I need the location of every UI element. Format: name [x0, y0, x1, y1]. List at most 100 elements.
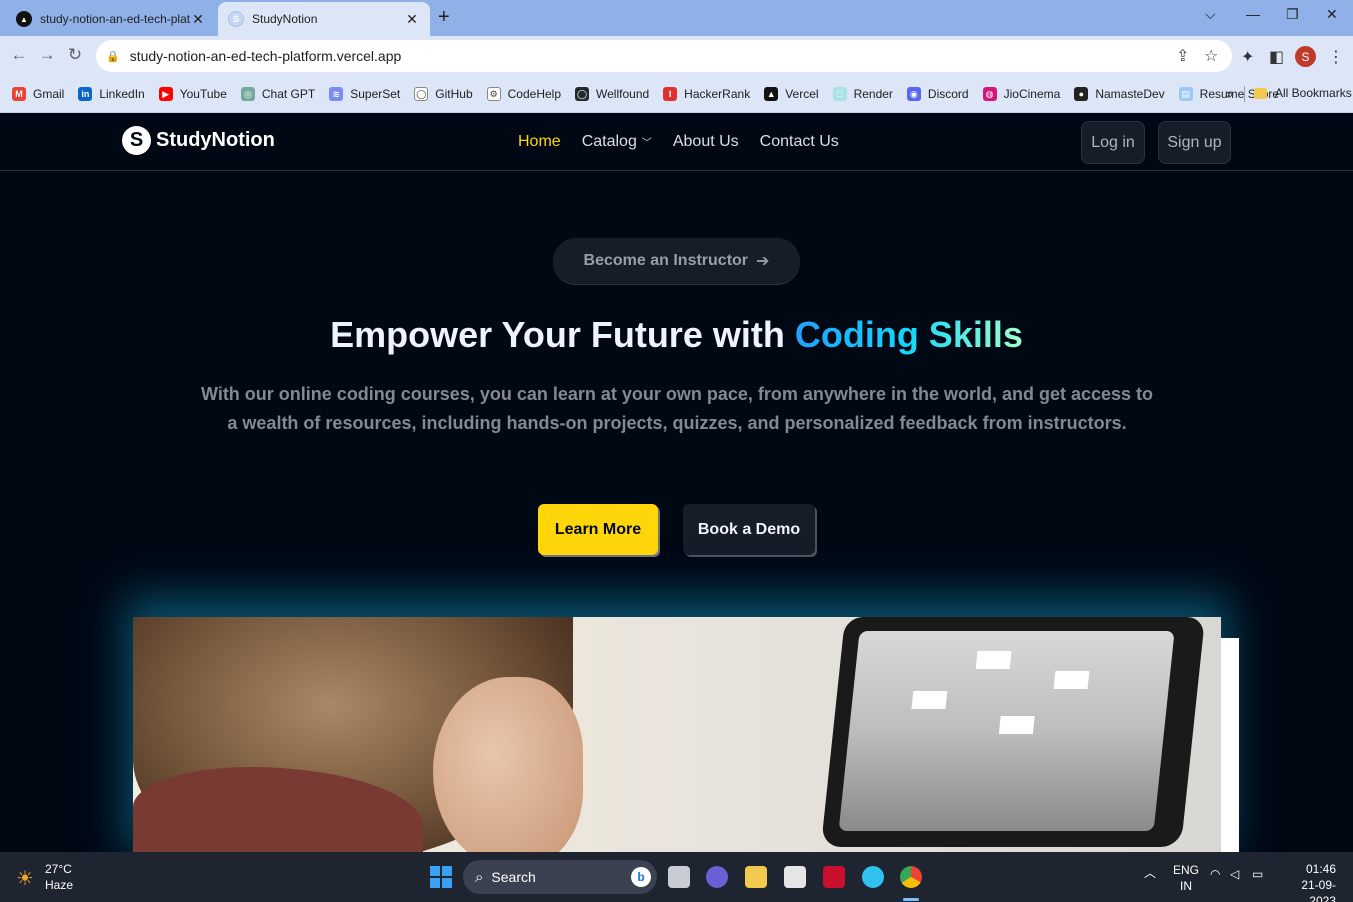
main-menu: Home Catalog ﹀ About Us Contact Us [518, 133, 860, 151]
bookmarks-bar: M Gmail in LinkedIn ▶ YouTube ◎ Chat GPT ≋ SuperS… [0, 76, 1353, 113]
bookmark-label: Discord [927, 87, 969, 101]
bookmark-label: Render [853, 87, 893, 101]
bookmark-favicon-icon: ◯ [414, 87, 429, 101]
tab-vercel[interactable]: ▲ study-notion-an-ed-tech-platform.verce… [6, 2, 216, 36]
lang-line2: IN [1180, 879, 1192, 893]
bookmark-favicon-icon: I [663, 87, 678, 101]
hero-video[interactable] [133, 617, 1221, 852]
bookmark-item[interactable]: ▶ YouTube [158, 87, 227, 101]
nav-about[interactable]: About Us [673, 133, 739, 151]
become-instructor-button[interactable]: Become an Instructor ➔ [553, 238, 800, 284]
bookmark-label: NamasteDev [1095, 87, 1165, 101]
bookmark-item[interactable]: ≋ SuperSet [329, 87, 400, 101]
tab-title: study-notion-an-ed-tech-platform.vercel.… [40, 12, 190, 26]
start-icon[interactable] [430, 866, 452, 888]
tab-search-icon[interactable]: ⌵ [1205, 6, 1216, 23]
side-panel-icon[interactable]: ◧ [1269, 47, 1284, 67]
bookmark-favicon-icon: ▲ [764, 87, 779, 101]
bookmark-favicon-icon: ▤ [1178, 87, 1193, 101]
window-close-icon[interactable]: ✕ [1326, 6, 1338, 23]
profile-avatar[interactable]: S [1295, 46, 1316, 67]
all-bookmarks-button[interactable]: All Bookmarks [1254, 86, 1352, 100]
ceiling-light [911, 691, 948, 709]
more-bookmarks-icon[interactable]: » [1226, 86, 1233, 101]
tab-studynotion[interactable]: S StudyNotion ✕ [218, 2, 430, 36]
share-icon[interactable]: ⇪ [1176, 46, 1189, 66]
bookmark-item[interactable]: □ Render [832, 87, 893, 101]
bookmark-label: Chat GPT [261, 87, 316, 101]
active-app-indicator [903, 898, 919, 901]
chrome-icon[interactable] [900, 866, 922, 888]
bookmark-item[interactable]: ◯ GitHub [414, 87, 473, 101]
taskbar-search[interactable]: ⌕ Search b [463, 860, 657, 894]
language-indicator[interactable]: ENG IN [1173, 862, 1199, 894]
bookmark-item[interactable]: ◍ JioCinema [982, 87, 1060, 101]
bookmark-label: Vercel [785, 87, 819, 101]
ceiling-light [998, 716, 1035, 734]
volume-icon[interactable]: ◁ [1230, 867, 1239, 881]
mcafee-icon[interactable] [823, 866, 845, 888]
bookmark-item[interactable]: ▲ Vercel [764, 87, 819, 101]
reload-icon[interactable]: ↻ [64, 45, 86, 65]
task-view-icon[interactable] [668, 866, 690, 888]
restore-icon[interactable]: ❐ [1286, 6, 1299, 23]
laptop [820, 617, 1206, 847]
bing-icon[interactable]: b [631, 867, 651, 887]
bookmark-item[interactable]: I HackerRank [663, 87, 750, 101]
bookmark-favicon-icon: M [12, 87, 26, 101]
student-face [433, 677, 583, 852]
cortana-icon[interactable] [862, 866, 884, 888]
bookmark-star-icon[interactable]: ☆ [1204, 46, 1218, 66]
back-icon[interactable]: ← [8, 45, 30, 65]
hero-subtitle: With our online coding courses, you can … [200, 384, 1154, 433]
bookmark-item[interactable]: ● NamasteDev [1074, 87, 1165, 101]
ceiling-light [1053, 671, 1090, 689]
bookmark-item[interactable]: ◉ Discord [906, 87, 969, 101]
bookmark-item[interactable]: ◯ Wellfound [575, 87, 649, 101]
learn-more-button[interactable]: Learn More [538, 504, 658, 555]
url-text: study-notion-an-ed-tech-platform.vercel.… [129, 48, 402, 64]
close-icon[interactable]: ✕ [190, 11, 206, 28]
site-logo[interactable]: S StudyNotion [122, 126, 275, 155]
file-explorer-icon[interactable] [745, 866, 767, 888]
address-bar[interactable]: 🔒 study-notion-an-ed-tech-platform.verce… [96, 40, 1232, 72]
weather-widget[interactable]: 27°C Haze [45, 861, 73, 893]
chevron-up-icon[interactable]: ︿ [1144, 864, 1156, 881]
microsoft-store-icon[interactable] [784, 866, 806, 888]
minimize-icon[interactable]: — [1246, 6, 1260, 22]
nav-contact[interactable]: Contact Us [760, 133, 839, 151]
new-tab-icon[interactable]: + [438, 6, 450, 29]
nav-home[interactable]: Home [518, 133, 561, 151]
chevron-down-icon: ﹀ [641, 138, 652, 149]
browser-toolbar: ← → ↻ 🔒 study-notion-an-ed-tech-platform… [0, 36, 1353, 76]
menu-icon[interactable]: ⋮ [1328, 47, 1344, 67]
bookmark-item[interactable]: in LinkedIn [78, 87, 145, 101]
bookmark-item[interactable]: ⚙ CodeHelp [486, 87, 562, 101]
login-button[interactable]: Log in [1081, 121, 1145, 164]
bookmark-label: CodeHelp [507, 87, 562, 101]
bookmark-label: HackerRank [684, 87, 751, 101]
hero-title: Empower Your Future with Coding Skills [0, 314, 1353, 356]
battery-icon[interactable]: ▭ [1252, 867, 1263, 881]
ceiling-light [975, 651, 1012, 669]
logo-text: StudyNotion [156, 129, 275, 151]
bookmark-item[interactable]: M Gmail [12, 87, 64, 101]
nav-catalog[interactable]: Catalog ﹀ [582, 133, 652, 151]
bookmark-favicon-icon: ◍ [982, 87, 997, 101]
browser-tab-strip: ▲ study-notion-an-ed-tech-platform.verce… [0, 0, 1353, 36]
temperature: 27°C [45, 862, 72, 876]
close-icon[interactable]: ✕ [404, 11, 420, 28]
book-demo-button[interactable]: Book a Demo [683, 504, 815, 555]
extensions-icon[interactable]: ✦ [1241, 47, 1254, 67]
wifi-icon[interactable]: ◠ [1210, 867, 1220, 881]
system-clock[interactable]: 01:46 21-09-2023 [1280, 861, 1336, 902]
arrow-right-icon: ➔ [756, 253, 770, 270]
weather-haze-icon[interactable]: ☀ [16, 866, 34, 891]
studynotion-icon: S [228, 11, 244, 27]
forward-icon[interactable]: → [36, 45, 58, 65]
teams-chat-icon[interactable] [706, 866, 728, 888]
bookmark-favicon-icon: ◉ [906, 87, 921, 101]
bookmark-item[interactable]: ◎ Chat GPT [240, 87, 316, 101]
signup-button[interactable]: Sign up [1158, 121, 1231, 164]
windows-taskbar: ☀ 27°C Haze ⌕ Search b ︿ ENG IN ◠ ◁ ▭ 01… [0, 852, 1353, 902]
